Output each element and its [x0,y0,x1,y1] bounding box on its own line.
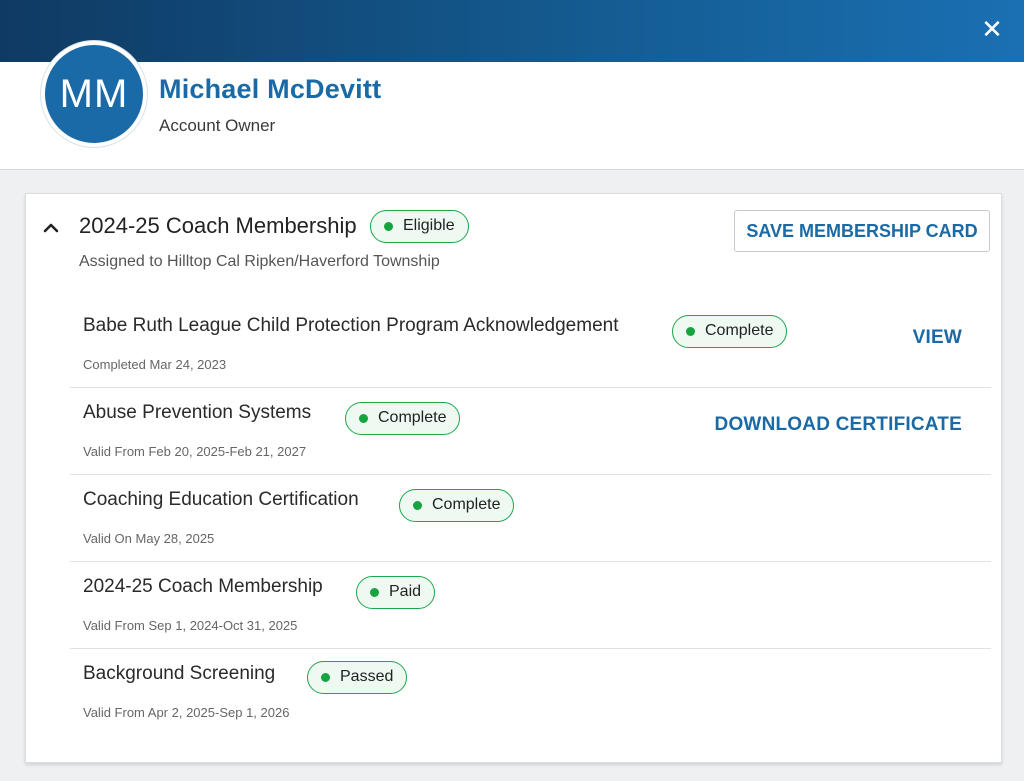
requirement-status-label: Complete [432,496,501,513]
requirement-status-badge: Complete [672,315,788,348]
requirement-title: Background Screening [83,663,276,684]
requirement-status-label: Complete [378,409,447,426]
requirement-detail: Valid From Feb 20, 2025-Feb 21, 2027 [83,444,307,459]
user-role: Account Owner [159,116,276,135]
user-name: Michael McDevitt [159,74,382,104]
requirement-status-label: Passed [340,668,394,685]
requirement-status-label: Complete [705,322,774,339]
requirement-title: Coaching Education Certification [83,489,359,510]
requirement-row: Abuse Prevention Systems Complete Valid … [70,388,991,475]
requirement-detail: Completed Mar 24, 2023 [83,357,227,372]
modal-header-bar: ✕ [0,0,1024,62]
requirement-row: Background Screening Passed Valid From A… [70,649,991,736]
profile-header: Michael McDevitt Account Owner [0,62,1024,170]
requirement-title: Babe Ruth League Child Protection Progra… [83,315,619,336]
save-membership-card-button[interactable]: SAVE MEMBERSHIP CARD [734,210,990,252]
requirement-title: Abuse Prevention Systems [83,402,312,423]
membership-title: 2024-25 Coach Membership [79,213,357,238]
assigned-to-text: Assigned to Hilltop Cal Ripken/Haverford… [79,253,440,270]
requirement-status-badge: Complete [345,402,461,435]
status-badge: Eligible [370,210,469,243]
close-icon[interactable]: ✕ [978,16,1006,44]
status-dot-icon [321,673,330,682]
requirement-detail: Valid From Sep 1, 2024-Oct 31, 2025 [83,618,298,633]
chevron-up-icon[interactable] [40,216,62,238]
requirement-row: 2024-25 Coach Membership Paid Valid From… [70,562,991,649]
status-dot-icon [359,414,368,423]
requirement-status-label: Paid [389,583,422,600]
requirement-detail: Valid On May 28, 2025 [83,531,215,546]
requirement-row: Babe Ruth League Child Protection Progra… [70,301,991,388]
requirement-title: 2024-25 Coach Membership [83,576,323,597]
requirement-row: Coaching Education Certification Complet… [70,475,991,562]
requirement-status-badge: Complete [399,489,515,522]
status-dot-icon [370,588,379,597]
requirement-status-badge: Paid [356,576,436,609]
download-certificate-link[interactable]: DOWNLOAD CERTIFICATE [715,414,962,436]
view-link[interactable]: VIEW [913,327,962,349]
requirement-detail: Valid From Apr 2, 2025-Sep 1, 2026 [83,705,290,720]
status-dot-icon [413,501,422,510]
status-dot-icon [384,222,393,231]
status-dot-icon [686,327,695,336]
membership-card: 2024-25 Coach Membership Eligible Assign… [25,193,1002,763]
requirement-status-badge: Passed [307,661,408,694]
avatar: MM [41,41,147,147]
status-badge-label: Eligible [403,217,455,234]
